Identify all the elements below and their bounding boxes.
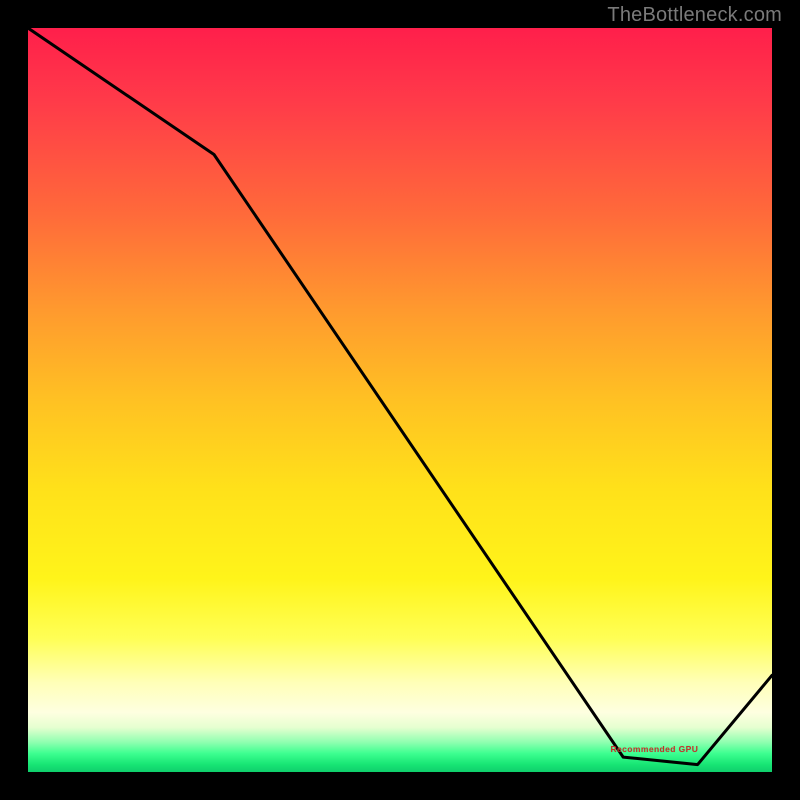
- attribution-label: TheBottleneck.com: [607, 4, 782, 27]
- recommended-gpu-annotation: Recommended GPU: [611, 744, 699, 754]
- plot-area: Recommended GPU: [28, 28, 772, 772]
- line-series: [28, 28, 772, 772]
- chart-frame: TheBottleneck.com Recommended GPU: [0, 0, 800, 800]
